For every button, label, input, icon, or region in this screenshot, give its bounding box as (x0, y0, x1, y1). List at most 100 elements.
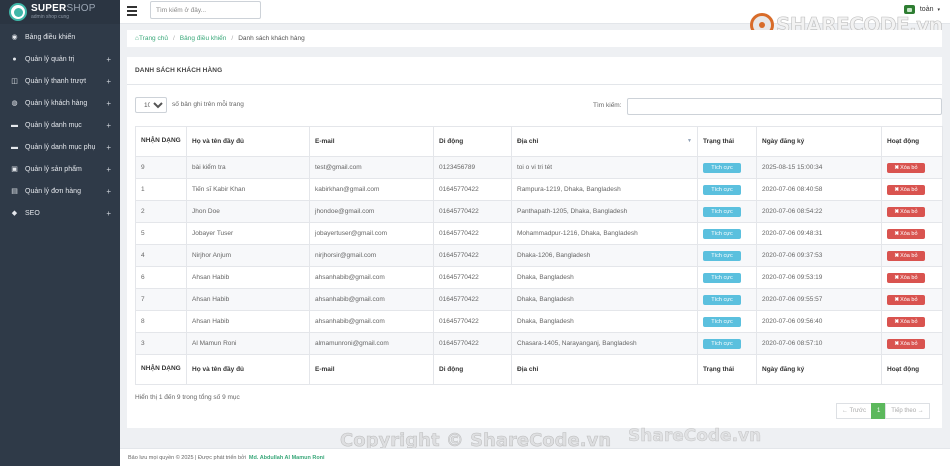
header-col-0[interactable]: NHẬN DẠNG (135, 126, 187, 157)
delete-button[interactable]: ✖Xóa bỏ (887, 184, 925, 195)
search-input[interactable] (150, 1, 261, 19)
status-cell: Tích cực (697, 156, 757, 179)
expand-plus-icon[interactable]: + (106, 209, 111, 218)
cell-name: Nirjhor Anjum (186, 244, 310, 267)
brand[interactable]: SUPERSHOP admin shop cung (0, 0, 120, 24)
action-cell: ✖Xóa bỏ (881, 200, 943, 223)
page-1-button[interactable]: 1 (870, 403, 887, 419)
footer-col-7[interactable]: Hoạt động (881, 354, 943, 385)
header-col-6[interactable]: Ngày đăng ký (756, 126, 882, 157)
box-icon: ▣ (11, 166, 18, 173)
sidebar-item[interactable]: ◍ Quản lý khách hàng + (0, 92, 120, 114)
footer-col-3[interactable]: Di động (433, 354, 512, 385)
users-icon: ◍ (11, 100, 18, 107)
tag-icon: ◆ (11, 210, 18, 217)
expand-plus-icon[interactable]: + (106, 143, 111, 152)
action-cell: ✖Xóa bỏ (881, 332, 943, 355)
status-cell: Tích cực (697, 200, 757, 223)
delete-button[interactable]: ✖Xóa bỏ (887, 316, 925, 327)
sidebar-item[interactable]: ▤ Quản lý đơn hàng + (0, 180, 120, 202)
expand-plus-icon[interactable]: + (106, 165, 111, 174)
action-cell: ✖Xóa bỏ (881, 288, 943, 311)
delete-button[interactable]: ✖Xóa bỏ (887, 228, 925, 239)
menu-toggle-icon[interactable] (127, 6, 137, 16)
status-badge: Tích cực (703, 228, 741, 239)
user-menu[interactable]: toàn ▾ (903, 5, 940, 14)
status-badge: Tích cực (703, 250, 741, 261)
cell-email: nirjhorsir@gmail.com (309, 244, 434, 267)
sidebar-item-label: Quản lý quản trị (25, 55, 75, 63)
cell-mobile: 01645770422 (433, 244, 512, 267)
sidebar-item[interactable]: ◉ Bảng điều khiển (0, 26, 120, 48)
brand-title: SUPERSHOP (31, 3, 96, 14)
footer-col-4[interactable]: Địa chỉ (511, 354, 698, 385)
header-col-4[interactable]: Địa chỉ ▼ (511, 126, 698, 157)
breadcrumb-dashboard[interactable]: Bảng điều khiển (180, 35, 227, 42)
status-badge: Tích cực (703, 338, 741, 349)
cell-id: 1 (135, 178, 187, 201)
table-body: 9 bài kiểm tra test@gmail.com 0123456789 toi… (135, 156, 943, 355)
header-col-5[interactable]: Trạng thái (697, 126, 757, 157)
delete-button[interactable]: ✖Xóa bỏ (887, 206, 925, 217)
footer-col-1[interactable]: Họ và tên đầy đủ (186, 354, 310, 385)
cell-date: 2020-07-06 09:48:31 (756, 222, 882, 245)
cell-address: Dhaka, Bangladesh (511, 288, 698, 311)
cell-mobile: 01645770422 (433, 178, 512, 201)
sidebar-item[interactable]: ▬ Quản lý danh mục + (0, 114, 120, 136)
table-search-input[interactable] (627, 98, 942, 115)
header-col-2[interactable]: E-mail (309, 126, 434, 157)
cell-email: kabirkhan@gmail.com (309, 178, 434, 201)
cell-email: ahsanhabib@gmail.com (309, 288, 434, 311)
footer-author-link[interactable]: Md. Abdullah Al Mamun Roni (249, 455, 325, 461)
breadcrumb-home[interactable]: ⌂Trang chủ (135, 35, 168, 42)
sidebar-item[interactable]: ◫ Quản lý thanh trượt + (0, 70, 120, 92)
header-col-7[interactable]: Hoạt động (881, 126, 943, 157)
sidebar-item[interactable]: ● Quản lý quản trị + (0, 48, 120, 70)
expand-plus-icon[interactable]: + (106, 121, 111, 130)
header-col-3[interactable]: Di động (433, 126, 512, 157)
user-name: toàn (919, 6, 934, 13)
status-badge: Tích cực (703, 206, 741, 217)
close-icon: ✖ (894, 318, 900, 325)
sidebar-item-label: Bảng điều khiển (25, 33, 76, 41)
table-row: 2 Jhon Doe jhondoe@gmail.com 01645770422 Pan… (135, 200, 943, 223)
expand-plus-icon[interactable]: + (106, 187, 111, 196)
sidebar-item-label: Quản lý khách hàng (25, 99, 88, 107)
delete-button[interactable]: ✖Xóa bỏ (887, 338, 925, 349)
footer-col-0[interactable]: NHẬN DẠNG (135, 354, 187, 385)
sidebar-item[interactable]: ▣ Quản lý sản phẩm + (0, 158, 120, 180)
action-cell: ✖Xóa bỏ (881, 222, 943, 245)
delete-button[interactable]: ✖Xóa bỏ (887, 272, 925, 283)
close-icon: ✖ (894, 296, 900, 303)
expand-plus-icon[interactable]: + (106, 99, 111, 108)
sidebar-item-label: Quản lý sản phẩm (25, 165, 82, 173)
cell-id: 7 (135, 288, 187, 311)
sidebar-item-label: Quản lý danh mục (25, 121, 82, 129)
sidebar-item[interactable]: ◆ SEO + (0, 202, 120, 224)
status-cell: Tích cực (697, 178, 757, 201)
table-row: 5 Jobayer Tuser jobayertuser@gmail.com 0164… (135, 222, 943, 245)
footer-col-5[interactable]: Trạng thái (697, 354, 757, 385)
cell-id: 9 (135, 156, 187, 179)
page-length-select[interactable]: 10 (135, 97, 167, 113)
footer-col-2[interactable]: E-mail (309, 354, 434, 385)
cell-date: 2020-07-06 08:57:10 (756, 332, 882, 355)
cell-date: 2020-07-06 08:54:22 (756, 200, 882, 223)
status-cell: Tích cực (697, 244, 757, 267)
cell-name: Jhon Doe (186, 200, 310, 223)
expand-plus-icon[interactable]: + (106, 77, 111, 86)
prev-page-button[interactable]: ← Trước (836, 403, 872, 419)
delete-button[interactable]: ✖Xóa bỏ (887, 250, 925, 261)
delete-button[interactable]: ✖Xóa bỏ (887, 294, 925, 305)
footer-col-6[interactable]: Ngày đăng ký (756, 354, 882, 385)
cell-address: Dhaka, Bangladesh (511, 310, 698, 333)
next-page-button[interactable]: Tiếp theo → (885, 403, 930, 419)
expand-plus-icon[interactable]: + (106, 55, 111, 64)
sidebar: SUPERSHOP admin shop cung ◉ Bảng điều khi… (0, 0, 120, 466)
sidebar-item[interactable]: ▬ Quản lý danh mục phụ + (0, 136, 120, 158)
table-row: 6 Ahsan Habib ahsanhabib@gmail.com 01645770… (135, 266, 943, 289)
status-cell: Tích cực (697, 266, 757, 289)
footer-text: Bảo lưu mọi quyền © 2025 | Được phát tri… (128, 454, 246, 461)
header-col-1[interactable]: Họ và tên đầy đủ (186, 126, 310, 157)
delete-button[interactable]: ✖Xóa bỏ (887, 162, 925, 173)
